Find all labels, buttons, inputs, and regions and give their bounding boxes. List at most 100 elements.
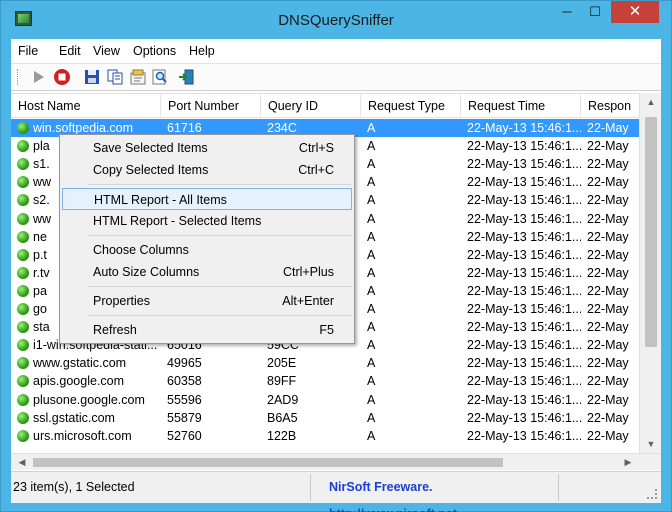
table-row[interactable]: www.gstatic.com 49965 205E A 22-May-13 15:46… xyxy=(11,354,639,372)
ctx-html-report-selected-items[interactable]: HTML Report - Selected Items xyxy=(62,210,352,232)
cell-host-name: www.gstatic.com xyxy=(33,356,127,371)
cell-query-id: 122B xyxy=(267,428,297,443)
cell-response-time: 22-May xyxy=(587,410,629,425)
cell-request-time: 22-May-13 15:46:1... xyxy=(467,302,581,316)
cell-request-type: A xyxy=(367,229,376,244)
menu-edit[interactable]: Edit xyxy=(59,44,81,58)
maximize-button[interactable]: ☐ xyxy=(581,1,609,23)
cell-response-time: 22-May xyxy=(587,283,629,298)
cell-request-time: 22-May-13 15:46:1... xyxy=(467,265,581,280)
ctx-auto-size-columns[interactable]: Auto Size Columns Ctrl+Plus xyxy=(62,261,352,283)
cell-request-type: A xyxy=(367,338,376,353)
scroll-down-icon[interactable]: ▼ xyxy=(640,435,662,453)
ctx-save-selected-items[interactable]: Save Selected Items Ctrl+S xyxy=(62,137,352,159)
cell-request-time: 22-May-13 15:46:1... xyxy=(467,374,581,389)
nirsoft-link[interactable]: NirSoft Freeware. http://www.nirsoft.net xyxy=(319,474,559,512)
column-response-time[interactable]: Respon xyxy=(581,94,639,118)
ctx-separator xyxy=(88,315,352,316)
menu-view[interactable]: View xyxy=(93,44,120,58)
menu-file[interactable]: File xyxy=(18,44,38,58)
cell-host-name: apis.google.com xyxy=(33,374,125,389)
ctx-properties[interactable]: Properties Alt+Enter xyxy=(62,290,352,312)
cell-host-name: plusone.google.com xyxy=(33,392,145,407)
cell-request-type: A xyxy=(367,265,376,280)
cell-response-time: 22-May xyxy=(587,374,629,389)
horizontal-scroll-thumb[interactable] xyxy=(33,458,503,467)
cell-response-time: 22-May xyxy=(587,265,629,280)
cell-response-time: 22-May xyxy=(587,229,629,244)
scroll-right-icon[interactable]: ▶ xyxy=(619,454,637,471)
cell-response-time: 22-May xyxy=(587,121,629,135)
cell-request-type: A xyxy=(367,410,376,425)
cell-request-time: 22-May-13 15:46:1... xyxy=(467,175,581,190)
vertical-scroll-thumb[interactable] xyxy=(645,117,657,347)
column-request-time[interactable]: Request Time xyxy=(461,94,581,118)
save-icon[interactable] xyxy=(83,68,101,86)
cell-request-time: 22-May-13 15:46:1... xyxy=(467,283,581,298)
cell-request-time: 22-May-13 15:46:1... xyxy=(467,356,581,371)
cell-request-type: A xyxy=(367,121,376,135)
cell-response-time: 22-May xyxy=(587,175,629,190)
ctx-refresh[interactable]: Refresh F5 xyxy=(62,319,352,341)
table-row[interactable]: urs.microsoft.com 52760 122B A 22-May-13 15:… xyxy=(11,427,639,445)
ctx-copy-selected-items[interactable]: Copy Selected Items Ctrl+C xyxy=(62,159,352,181)
cell-response-time: 22-May xyxy=(587,428,629,443)
exit-icon[interactable] xyxy=(177,68,195,86)
cell-port: 55596 xyxy=(167,392,202,407)
cell-response-time: 22-May xyxy=(587,392,629,407)
column-request-type[interactable]: Request Type xyxy=(361,94,461,118)
cell-request-time: 22-May-13 15:46:1... xyxy=(467,193,581,208)
toolbar-grip[interactable] xyxy=(17,69,20,85)
ctx-choose-columns[interactable]: Choose Columns xyxy=(62,239,352,261)
cell-query-id: B6A5 xyxy=(267,410,298,425)
cell-request-type: A xyxy=(367,374,376,389)
minimize-button[interactable]: ─ xyxy=(553,1,581,23)
column-host-name[interactable]: Host Name xyxy=(11,94,161,118)
status-bar: 23 item(s), 1 Selected NirSoft Freeware.… xyxy=(11,471,661,512)
cell-request-type: A xyxy=(367,302,376,316)
cell-response-time: 22-May xyxy=(587,139,629,154)
stop-capture-icon[interactable] xyxy=(53,68,71,86)
vertical-scrollbar[interactable]: ▲ ▼ xyxy=(639,93,661,453)
cell-request-time: 22-May-13 15:46:1... xyxy=(467,139,581,154)
column-query-id[interactable]: Query ID xyxy=(261,94,361,118)
scroll-up-icon[interactable]: ▲ xyxy=(640,93,662,111)
cell-query-id: 89FF xyxy=(267,374,297,389)
cell-request-type: A xyxy=(367,139,376,154)
title-bar[interactable]: DNSQuerySniffer ─ ☐ ✕ xyxy=(1,1,671,39)
cell-request-type: A xyxy=(367,247,376,262)
table-row[interactable]: plusone.google.com 55596 2AD9 A 22-May-13 15… xyxy=(11,391,639,409)
find-icon[interactable] xyxy=(151,68,169,86)
column-port-number[interactable]: Port Number xyxy=(161,94,261,118)
copy-icon[interactable] xyxy=(106,68,124,86)
ctx-separator xyxy=(88,184,352,185)
cell-request-time: 22-May-13 15:46:1... xyxy=(467,410,581,425)
cell-request-time: 22-May-13 15:46:1... xyxy=(467,338,581,353)
cell-host-name: urs.microsoft.com xyxy=(33,428,132,443)
menu-options[interactable]: Options xyxy=(133,44,176,58)
column-header: Host Name Port Number Query ID Request T… xyxy=(11,94,639,118)
app-window: DNSQuerySniffer ─ ☐ ✕ File Edit View Opt… xyxy=(0,0,672,512)
resize-grip-icon[interactable] xyxy=(647,489,657,499)
ctx-separator xyxy=(88,286,352,287)
start-capture-icon[interactable] xyxy=(29,68,47,86)
cell-request-time: 22-May-13 15:46:1... xyxy=(467,392,581,407)
menu-help[interactable]: Help xyxy=(189,44,215,58)
cell-request-type: A xyxy=(367,428,376,443)
cell-response-time: 22-May xyxy=(587,157,629,172)
cell-request-type: A xyxy=(367,175,376,190)
table-row[interactable]: apis.google.com 60358 89FF A 22-May-13 15:46… xyxy=(11,372,639,390)
cell-request-time: 22-May-13 15:46:1... xyxy=(467,157,581,172)
properties-icon[interactable] xyxy=(129,68,147,86)
table-row[interactable]: ssl.gstatic.com 55879 B6A5 A 22-May-13 15:46… xyxy=(11,409,639,427)
cell-response-time: 22-May xyxy=(587,302,629,316)
scroll-left-icon[interactable]: ◀ xyxy=(13,454,31,471)
close-button[interactable]: ✕ xyxy=(611,1,659,23)
cell-host-name: ssl.gstatic.com xyxy=(33,410,115,425)
ctx-html-report-all-items[interactable]: HTML Report - All Items xyxy=(62,188,352,210)
menu-bar: File Edit View Options Help xyxy=(11,41,661,61)
cell-request-type: A xyxy=(367,283,376,298)
cell-request-type: A xyxy=(367,211,376,226)
horizontal-scrollbar[interactable]: ◀ ▶ xyxy=(11,453,661,470)
cell-query-id: 205E xyxy=(267,356,297,371)
